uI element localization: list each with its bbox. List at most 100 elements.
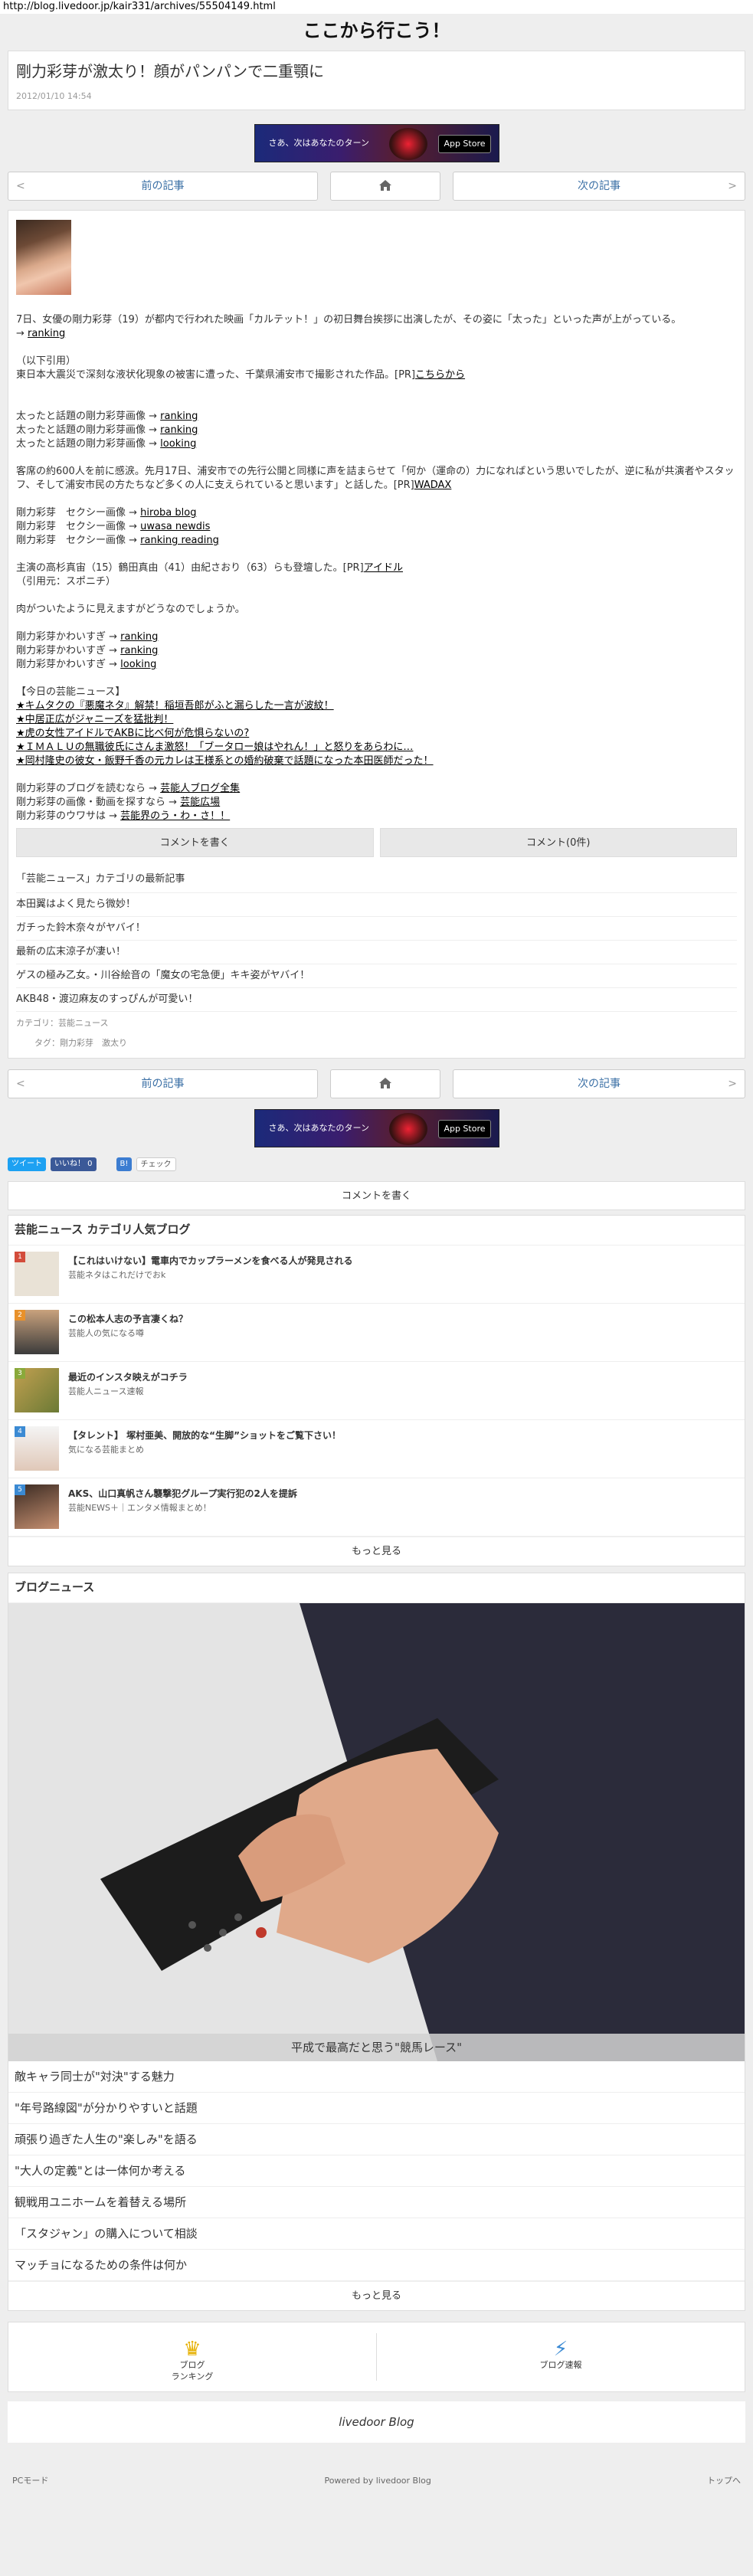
news-link[interactable]: ★ＩＭＡＬＵの無職彼氏にさんま激怒！「ブータロー娘はやれん！」と怒りをあらわに… xyxy=(16,741,413,753)
body-paragraph-1: 7日、女優の剛力彩芽（19）が都内で行われた映画「カルテット！」の初日舞台挨拶に… xyxy=(16,314,682,339)
popular-blogs: 芸能ニュース カテゴリ人気ブログ 1 【これはいけない】電車内でカップラーメンを… xyxy=(8,1215,745,1566)
looking-link[interactable]: looking xyxy=(160,438,196,450)
link-line: 剛力彩芽かわいすぎ → ranking xyxy=(16,645,159,656)
powered-by: Powered by livedoor Blog xyxy=(324,2475,431,2486)
ranking-link[interactable]: ranking xyxy=(160,424,198,436)
blog-news: ブログニュース 平成で最高だと思う"競馬レース" 敵キャラ同士が"対決"する魅力… xyxy=(8,1572,745,2311)
app-banner-top[interactable]: さあ、次はあなたのターン App Store xyxy=(254,124,499,162)
more-news-button[interactable]: もっと見る xyxy=(8,2280,745,2310)
popular-item[interactable]: 2 この松本人志の予言凄くね？ 芸能人の気になる噂 xyxy=(8,1304,745,1362)
popular-item[interactable]: 3 最近のインスタ映えがコチラ 芸能人ニュース速報 xyxy=(8,1362,745,1420)
article-pager-bottom: < 前の記事 次の記事 > xyxy=(8,1069,745,1098)
rank-badge: 2 xyxy=(15,1309,25,1321)
home-icon xyxy=(378,1072,392,1088)
news-link[interactable]: 敵キャラ同士が"対決"する魅力 xyxy=(8,2061,745,2093)
body-paragraph-2: 東日本大震災で深刻な液状化現象の被害に遭った、千葉県浦安市で撮影された作品。[P… xyxy=(16,369,466,381)
mixi-check-button[interactable]: チェック xyxy=(136,1157,176,1171)
category-link[interactable]: 芸能ニュース xyxy=(58,1018,108,1028)
article-title: 剛力彩芽が激太り！顔がパンパンで二重顎に xyxy=(16,62,324,80)
news-link[interactable]: 「スタジャン」の購入について相談 xyxy=(8,2218,745,2250)
pr-link[interactable]: こちらから xyxy=(415,369,465,381)
link-line: 剛力彩芽かわいすぎ → looking xyxy=(16,659,157,670)
home-button[interactable] xyxy=(330,1069,440,1098)
feature-caption: 平成で最高だと思う"競馬レース" xyxy=(8,2033,745,2061)
popular-item[interactable]: 5 AKS、山口真帆さん襲撃犯グループ実行犯の2人を提訴 芸能NEWS＋｜エンタメ… xyxy=(8,1478,745,1537)
banner-text: さあ、次はあなたのターン xyxy=(268,138,369,148)
popular-source: 芸能人ニュース速報 xyxy=(68,1386,144,1397)
app-banner-bottom[interactable]: さあ、次はあなたのターン App Store xyxy=(254,1109,499,1147)
next-article-button[interactable]: 次の記事 > xyxy=(453,172,745,201)
thumbnail: 1 xyxy=(15,1251,59,1296)
recent-item[interactable]: ゲスの極み乙女。・川谷絵音の「魔女の宅急便」キキ姿がヤバイ！ xyxy=(16,964,737,988)
blog-news-flash-button[interactable]: ⚡ ブログ速報 xyxy=(377,2322,745,2391)
hatena-bookmark-button[interactable]: B! xyxy=(116,1157,132,1171)
prev-article-button[interactable]: < 前の記事 xyxy=(8,1069,318,1098)
ranking-link[interactable]: ranking xyxy=(28,328,65,339)
prev-article-button[interactable]: < 前の記事 xyxy=(8,172,318,201)
feature-image[interactable]: 平成で最高だと思う"競馬レース" xyxy=(8,1602,745,2061)
recent-item[interactable]: 最新の広末涼子が凄い！ xyxy=(16,941,737,964)
uwasa-link[interactable]: 芸能界のう・わ・さ！！ xyxy=(120,810,230,822)
news-link[interactable]: マッチョになるための条件は何か xyxy=(8,2250,745,2281)
tag-links[interactable]: 剛力彩芽 激太り xyxy=(60,1038,127,1048)
popular-source: 芸能ネタはこれだけでおk xyxy=(68,1270,166,1281)
recent-item[interactable]: 本田翼はよく見たら微妙！ xyxy=(16,893,737,917)
ranking-link[interactable]: ranking xyxy=(120,645,158,656)
link-line: 剛力彩芽 セクシー画像 → ranking reading xyxy=(16,535,219,546)
blog-title[interactable]: ここから行こう！ xyxy=(0,14,753,47)
banner-character-image xyxy=(388,1113,427,1145)
tweet-button[interactable]: ツイート xyxy=(8,1157,46,1171)
news-link[interactable]: ★中居正広がジャニーズを猛批判！ xyxy=(16,714,173,725)
article-pager-top: < 前の記事 次の記事 > xyxy=(8,172,745,201)
news-link[interactable]: "大人の定義"とは一体何か考える xyxy=(8,2155,745,2187)
banner-text: さあ、次はあなたのターン xyxy=(268,1123,369,1133)
back-to-top-link[interactable]: トップへ xyxy=(707,2475,741,2487)
home-button[interactable] xyxy=(330,172,440,201)
livedoor-blog-logo[interactable]: livedoor Blog xyxy=(8,2401,745,2443)
source-citation: （引用元：スポニチ） xyxy=(16,576,116,588)
link-line: 太ったと話題の剛力彩芽画像 → looking xyxy=(16,438,197,450)
looking-link[interactable]: looking xyxy=(120,659,156,670)
recent-item[interactable]: AKB48・渡辺麻友のすっぴんが可愛い！ xyxy=(16,988,737,1012)
sexy-image-link[interactable]: ranking reading xyxy=(140,535,219,546)
next-article-button[interactable]: 次の記事 > xyxy=(453,1069,745,1098)
news-link[interactable]: ★キムタクの『悪魔ネタ』解禁！稲垣吾郎がふと漏らした一言が波紋！ xyxy=(16,700,334,712)
app-store-badge: App Store xyxy=(438,135,491,153)
app-store-badge: App Store xyxy=(438,1120,491,1138)
thumbnail: 5 xyxy=(15,1484,59,1529)
social-buttons: ツイート いいね！ 0 B! チェック xyxy=(8,1157,745,1172)
thumbnail: 2 xyxy=(15,1309,59,1354)
popular-item[interactable]: 1 【これはいけない】電車内でカップラーメンを食べる人が発見される 芸能ネタはこれ… xyxy=(8,1245,745,1304)
news-link[interactable]: 頑張り過ぎた人生の"楽しみ"を語る xyxy=(8,2124,745,2155)
comment-count-button[interactable]: コメント(0件) xyxy=(379,828,737,857)
more-popular-button[interactable]: もっと見る xyxy=(8,1536,745,1566)
sexy-image-link[interactable]: hiroba blog xyxy=(140,507,196,519)
facebook-like-button[interactable]: いいね！ 0 xyxy=(51,1157,97,1171)
article-date: 2012/01/10 14:54 xyxy=(16,91,92,101)
recent-item[interactable]: ガチった鈴木奈々がヤバイ！ xyxy=(16,917,737,941)
wadax-link[interactable]: WADAX xyxy=(414,480,452,491)
write-comment-button[interactable]: コメントを書く xyxy=(16,828,374,857)
idol-link[interactable]: アイドル xyxy=(364,562,403,574)
chevron-left-icon: < xyxy=(16,1078,25,1090)
home-icon xyxy=(378,175,392,191)
news-link[interactable]: ★岡村隆史の彼女・飯野千香の元カレは王様系との婚約破棄で話題になった本田医師だっ… xyxy=(16,755,434,767)
lightning-icon: ⚡ xyxy=(553,2337,568,2361)
write-comment-button[interactable]: コメントを書く xyxy=(8,1181,745,1210)
thumbnail: 3 xyxy=(15,1367,59,1412)
blog-collection-link[interactable]: 芸能人ブログ全集 xyxy=(160,783,240,794)
rank-badge: 5 xyxy=(15,1484,25,1495)
news-link[interactable]: ★虎の女性アイドルでAKBに比べ何が危惧らないの? xyxy=(16,728,249,739)
geinou-hiroba-link[interactable]: 芸能広場 xyxy=(180,797,220,808)
popular-title: 【これはいけない】電車内でカップラーメンを食べる人が発見される xyxy=(68,1255,353,1266)
sexy-image-link[interactable]: uwasa newdis xyxy=(140,521,210,532)
ranking-link[interactable]: ranking xyxy=(120,631,158,643)
popular-item[interactable]: 4 【タレント】 塚村亜美、開放的な“生脚”ショットをご覧下さい！ 気になる芸能ま… xyxy=(8,1420,745,1478)
tag-line: タグ：剛力彩芽 激太り xyxy=(34,1038,127,1048)
news-link[interactable]: "年号路線図"が分かりやすいと話題 xyxy=(8,2093,745,2124)
ranking-link[interactable]: ranking xyxy=(160,411,198,422)
pc-mode-link[interactable]: PCモード xyxy=(12,2475,48,2487)
category-line: カテゴリ：芸能ニュース xyxy=(16,1018,109,1028)
blog-ranking-button[interactable]: ♛ ブログ ランキング xyxy=(8,2322,376,2391)
news-link[interactable]: 観戦用ユニホームを着替える場所 xyxy=(8,2187,745,2218)
